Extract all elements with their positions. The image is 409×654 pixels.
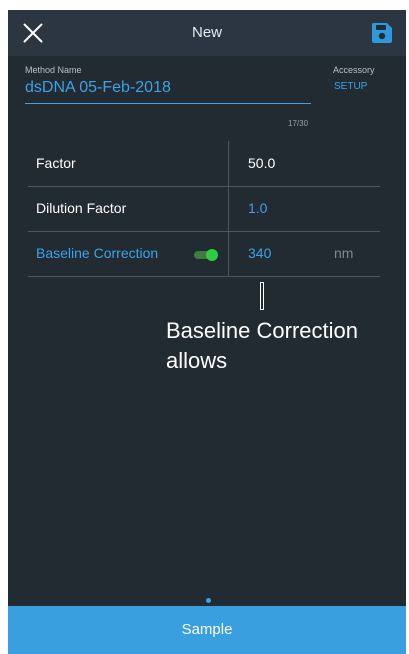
table-row-dilution-factor[interactable]: Dilution Factor 1.0 bbox=[28, 186, 380, 232]
table-row-baseline-correction[interactable]: Baseline Correction 340 nm bbox=[28, 231, 380, 277]
baseline-correction-toggle[interactable] bbox=[194, 249, 218, 261]
dilution-factor-value[interactable]: 1.0 bbox=[248, 200, 267, 216]
row-label: Factor bbox=[36, 155, 76, 171]
table-row-factor[interactable]: Factor 50.0 bbox=[28, 141, 380, 187]
text-cursor-icon bbox=[260, 282, 264, 310]
method-name-label: Method Name bbox=[25, 65, 82, 75]
setup-link[interactable]: SETUP bbox=[334, 81, 367, 92]
page-title: New bbox=[191, 24, 222, 41]
unit-label: nm bbox=[334, 245, 354, 261]
character-counter: 17/30 bbox=[288, 119, 309, 128]
page-indicator-dot bbox=[206, 598, 211, 603]
row-label: Dilution Factor bbox=[36, 200, 127, 216]
baseline-wavelength-value[interactable]: 340 bbox=[248, 245, 271, 261]
method-name-input[interactable]: dsDNA 05-Feb-2018 bbox=[25, 79, 171, 97]
tooltip-line-1: Baseline Correction bbox=[166, 318, 358, 343]
settings-table: Factor 50.0 Dilution Factor 1.0 Baseline… bbox=[28, 141, 380, 277]
app-screen: New Method Name dsDNA 05-Feb-2018 17/30 … bbox=[8, 10, 406, 654]
save-icon[interactable] bbox=[370, 21, 394, 45]
toggle-thumb bbox=[206, 249, 218, 261]
sample-button[interactable]: Sample bbox=[8, 606, 406, 654]
factor-value[interactable]: 50.0 bbox=[248, 155, 275, 171]
accessory-label: Accessory bbox=[333, 65, 375, 75]
row-label: Baseline Correction bbox=[36, 245, 159, 261]
tooltip-text: Baseline Correction allows bbox=[166, 316, 396, 376]
app-bar: New bbox=[8, 10, 406, 56]
method-name-underline bbox=[25, 103, 311, 104]
tooltip-line-2: allows bbox=[166, 348, 228, 373]
